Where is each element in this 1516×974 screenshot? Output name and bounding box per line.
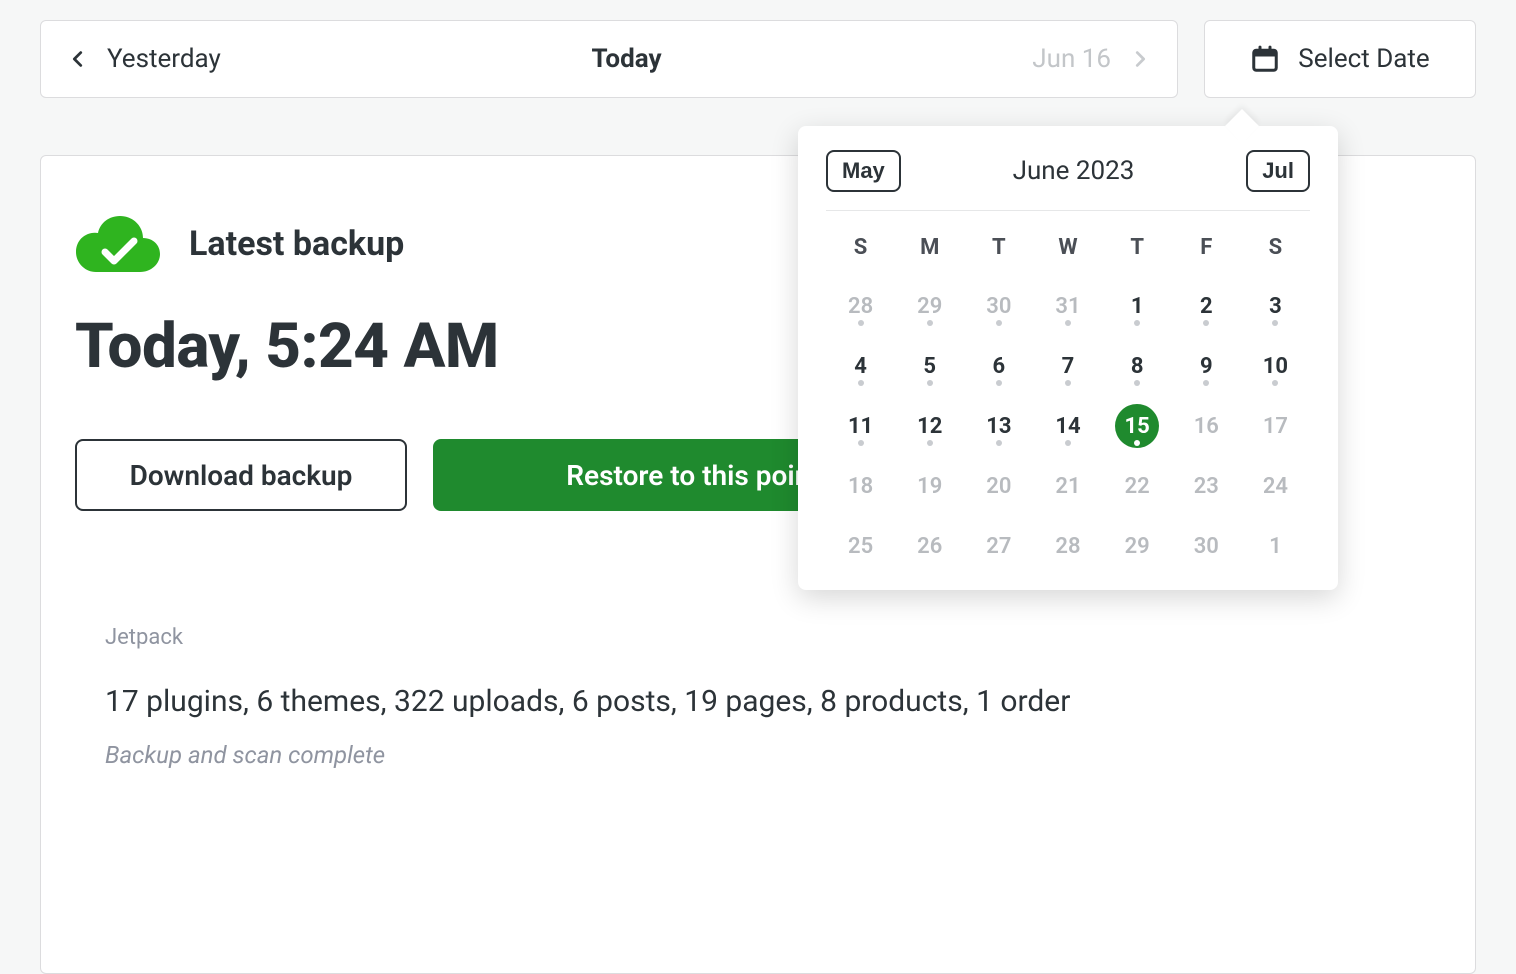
site-label: Jetpack — [75, 625, 1441, 650]
calendar-day[interactable]: 3 — [1241, 282, 1310, 330]
calendar-day[interactable]: 12 — [895, 402, 964, 450]
backup-indicator-dot — [1203, 320, 1209, 326]
calendar-day[interactable]: 5 — [895, 342, 964, 390]
cloud-check-icon — [75, 212, 163, 276]
calendar-dow: M — [895, 227, 964, 270]
calendar-day: 27 — [964, 522, 1033, 570]
calendar-day: 28 — [826, 282, 895, 330]
select-date-button[interactable]: Select Date — [1204, 20, 1476, 98]
calendar-day: 22 — [1103, 462, 1172, 510]
chevron-left-icon — [67, 48, 89, 70]
calendar-day[interactable]: 14 — [1033, 402, 1102, 450]
calendar-icon — [1250, 44, 1280, 74]
calendar-day[interactable]: 13 — [964, 402, 1033, 450]
calendar-day: 25 — [826, 522, 895, 570]
backup-indicator-dot — [1134, 320, 1140, 326]
backup-indicator-dot — [858, 320, 864, 326]
calendar-day[interactable]: 4 — [826, 342, 895, 390]
backup-indicator-dot — [1065, 440, 1071, 446]
backup-indicator-dot — [1065, 320, 1071, 326]
backup-indicator-dot — [927, 440, 933, 446]
next-day-label: Jun 16 — [1032, 44, 1111, 74]
prev-day-label: Yesterday — [107, 44, 221, 74]
backup-indicator-dot — [1134, 440, 1140, 446]
next-day-button: Jun 16 — [1032, 44, 1151, 74]
latest-backup-title: Latest backup — [189, 224, 404, 264]
calendar-dow: S — [826, 227, 895, 270]
next-month-button[interactable]: Jul — [1246, 150, 1310, 192]
backup-summary: 17 plugins, 6 themes, 322 uploads, 6 pos… — [75, 684, 1441, 719]
select-date-label: Select Date — [1298, 44, 1429, 74]
date-nav-card: Yesterday Today Jun 16 — [40, 20, 1178, 98]
backup-indicator-dot — [927, 320, 933, 326]
backup-indicator-dot — [1203, 380, 1209, 386]
calendar-dow: T — [964, 227, 1033, 270]
calendar-dow: T — [1103, 227, 1172, 270]
chevron-right-icon — [1129, 48, 1151, 70]
calendar-title: June 2023 — [1013, 156, 1135, 186]
calendar-day[interactable]: 11 — [826, 402, 895, 450]
calendar-day: 26 — [895, 522, 964, 570]
calendar-day[interactable]: 8 — [1103, 342, 1172, 390]
calendar-header: May June 2023 Jul — [826, 150, 1310, 211]
calendar-dow: F — [1172, 227, 1241, 270]
calendar-day: 21 — [1033, 462, 1102, 510]
calendar-grid: SMTWTFS282930311234567891011121314151617… — [826, 227, 1310, 570]
calendar-dow: S — [1241, 227, 1310, 270]
calendar-day: 28 — [1033, 522, 1102, 570]
date-nav-bar: Yesterday Today Jun 16 Select Date — [40, 20, 1476, 98]
backup-indicator-dot — [1272, 320, 1278, 326]
calendar-day: 30 — [1172, 522, 1241, 570]
calendar-day[interactable]: 10 — [1241, 342, 1310, 390]
backup-indicator-dot — [1134, 380, 1140, 386]
backup-indicator-dot — [858, 440, 864, 446]
backup-indicator-dot — [1272, 380, 1278, 386]
backup-status: Backup and scan complete — [75, 741, 1441, 769]
calendar-day: 29 — [895, 282, 964, 330]
prev-month-button[interactable]: May — [826, 150, 901, 192]
calendar-day: 17 — [1241, 402, 1310, 450]
calendar-day: 24 — [1241, 462, 1310, 510]
calendar-day: 31 — [1033, 282, 1102, 330]
calendar-day[interactable]: 1 — [1103, 282, 1172, 330]
current-day-label: Today — [592, 44, 662, 74]
calendar-dow: W — [1033, 227, 1102, 270]
calendar-day: 16 — [1172, 402, 1241, 450]
calendar-day: 18 — [826, 462, 895, 510]
calendar-day[interactable]: 7 — [1033, 342, 1102, 390]
calendar-day-selected[interactable]: 15 — [1103, 402, 1172, 450]
calendar-day: 1 — [1241, 522, 1310, 570]
download-backup-button[interactable]: Download backup — [75, 439, 407, 511]
calendar-day: 30 — [964, 282, 1033, 330]
backup-indicator-dot — [1065, 380, 1071, 386]
prev-day-button[interactable]: Yesterday — [67, 44, 221, 74]
calendar-day[interactable]: 2 — [1172, 282, 1241, 330]
calendar-day[interactable]: 9 — [1172, 342, 1241, 390]
backup-indicator-dot — [996, 320, 1002, 326]
calendar-day[interactable]: 6 — [964, 342, 1033, 390]
backup-indicator-dot — [858, 380, 864, 386]
backup-indicator-dot — [996, 440, 1002, 446]
backup-indicator-dot — [927, 380, 933, 386]
calendar-day: 20 — [964, 462, 1033, 510]
backup-indicator-dot — [996, 380, 1002, 386]
date-picker-popover: May June 2023 Jul SMTWTFS282930311234567… — [798, 126, 1338, 590]
calendar-day: 23 — [1172, 462, 1241, 510]
calendar-day: 19 — [895, 462, 964, 510]
calendar-day: 29 — [1103, 522, 1172, 570]
